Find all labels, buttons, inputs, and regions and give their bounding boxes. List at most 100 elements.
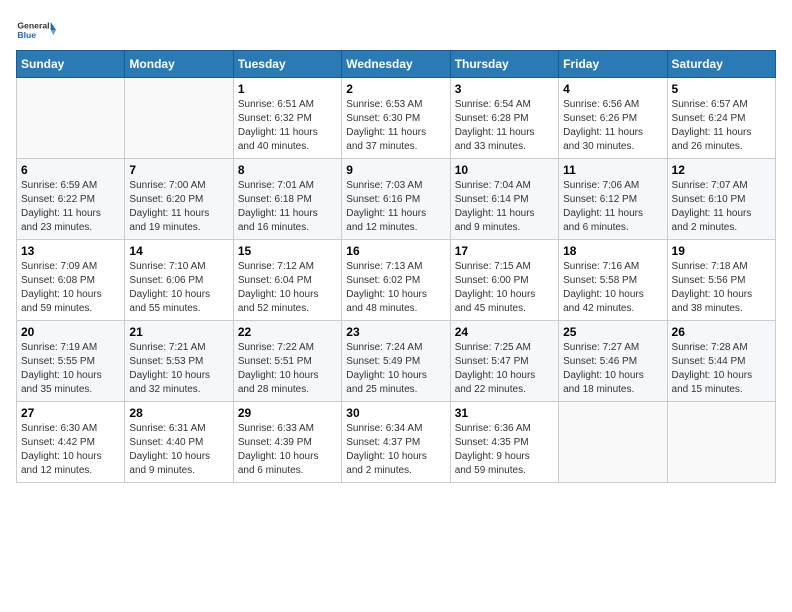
day-number: 25: [563, 325, 662, 339]
calendar-header-row: SundayMondayTuesdayWednesdayThursdayFrid…: [17, 51, 776, 78]
day-number: 11: [563, 163, 662, 177]
day-number: 3: [455, 82, 554, 96]
day-info: Sunrise: 7:06 AM Sunset: 6:12 PM Dayligh…: [563, 179, 662, 235]
general-blue-logo-icon: General Blue: [16, 16, 56, 44]
calendar-cell: 17Sunrise: 7:15 AM Sunset: 6:00 PM Dayli…: [450, 240, 558, 321]
day-number: 9: [346, 163, 445, 177]
day-info: Sunrise: 6:51 AM Sunset: 6:32 PM Dayligh…: [238, 98, 337, 154]
day-number: 27: [21, 406, 120, 420]
day-info: Sunrise: 7:24 AM Sunset: 5:49 PM Dayligh…: [346, 341, 445, 397]
day-number: 22: [238, 325, 337, 339]
calendar-day-header: Friday: [559, 51, 667, 78]
day-info: Sunrise: 6:56 AM Sunset: 6:26 PM Dayligh…: [563, 98, 662, 154]
calendar-cell: 30 Sunrise: 6:34 AM Sunset: 4:37 PM Dayli…: [342, 402, 450, 483]
day-number: 14: [129, 244, 228, 258]
calendar-table: SundayMondayTuesdayWednesdayThursdayFrid…: [16, 50, 776, 483]
day-number: 18: [563, 244, 662, 258]
day-number: 6: [21, 163, 120, 177]
calendar-cell: [17, 78, 125, 159]
day-number: 24: [455, 325, 554, 339]
calendar-cell: 13 Sunrise: 7:09 AM Sunset: 6:08 PM Dayli…: [17, 240, 125, 321]
day-number: 19: [672, 244, 771, 258]
calendar-cell: 26Sunrise: 7:28 AM Sunset: 5:44 PM Dayli…: [667, 321, 775, 402]
day-number: 10: [455, 163, 554, 177]
calendar-cell: 9 Sunrise: 7:03 AM Sunset: 6:16 PM Daylig…: [342, 159, 450, 240]
day-info: Sunrise: 6:53 AM Sunset: 6:30 PM Dayligh…: [346, 98, 445, 154]
calendar-cell: 6 Sunrise: 6:59 AM Sunset: 6:22 PM Daylig…: [17, 159, 125, 240]
day-number: 21: [129, 325, 228, 339]
day-info: Sunrise: 7:04 AM Sunset: 6:14 PM Dayligh…: [455, 179, 554, 235]
day-info: Sunrise: 6:57 AM Sunset: 6:24 PM Dayligh…: [672, 98, 771, 154]
calendar-week-row: 13 Sunrise: 7:09 AM Sunset: 6:08 PM Dayli…: [17, 240, 776, 321]
calendar-cell: 2 Sunrise: 6:53 AM Sunset: 6:30 PM Daylig…: [342, 78, 450, 159]
calendar-cell: 27 Sunrise: 6:30 AM Sunset: 4:42 PM Dayli…: [17, 402, 125, 483]
day-info: Sunrise: 7:03 AM Sunset: 6:16 PM Dayligh…: [346, 179, 445, 235]
calendar-cell: 15Sunrise: 7:12 AM Sunset: 6:04 PM Dayli…: [233, 240, 341, 321]
day-info: Sunrise: 7:09 AM Sunset: 6:08 PM Dayligh…: [21, 260, 120, 316]
day-info: Sunrise: 7:19 AM Sunset: 5:55 PM Dayligh…: [21, 341, 120, 397]
day-number: 20: [21, 325, 120, 339]
calendar-cell: [125, 78, 233, 159]
calendar-cell: 7Sunrise: 7:00 AM Sunset: 6:20 PM Daylig…: [125, 159, 233, 240]
day-info: Sunrise: 7:10 AM Sunset: 6:06 PM Dayligh…: [129, 260, 228, 316]
day-number: 8: [238, 163, 337, 177]
day-info: Sunrise: 7:22 AM Sunset: 5:51 PM Dayligh…: [238, 341, 337, 397]
calendar-day-header: Sunday: [17, 51, 125, 78]
day-info: Sunrise: 6:31 AM Sunset: 4:40 PM Dayligh…: [129, 422, 228, 478]
calendar-cell: 28Sunrise: 6:31 AM Sunset: 4:40 PM Dayli…: [125, 402, 233, 483]
calendar-cell: [559, 402, 667, 483]
calendar-week-row: 27 Sunrise: 6:30 AM Sunset: 4:42 PM Dayli…: [17, 402, 776, 483]
calendar-cell: 19 Sunrise: 7:18 AM Sunset: 5:56 PM Dayli…: [667, 240, 775, 321]
day-number: 2: [346, 82, 445, 96]
calendar-day-header: Tuesday: [233, 51, 341, 78]
calendar-cell: 22 Sunrise: 7:22 AM Sunset: 5:51 PM Dayli…: [233, 321, 341, 402]
logo-area: General Blue: [16, 16, 56, 46]
day-number: 29: [238, 406, 337, 420]
day-number: 30: [346, 406, 445, 420]
day-info: Sunrise: 7:13 AM Sunset: 6:02 PM Dayligh…: [346, 260, 445, 316]
calendar-day-header: Saturday: [667, 51, 775, 78]
calendar-day-header: Monday: [125, 51, 233, 78]
calendar-cell: 29Sunrise: 6:33 AM Sunset: 4:39 PM Dayli…: [233, 402, 341, 483]
calendar-day-header: Thursday: [450, 51, 558, 78]
day-info: Sunrise: 7:27 AM Sunset: 5:46 PM Dayligh…: [563, 341, 662, 397]
day-number: 5: [672, 82, 771, 96]
calendar-cell: 18 Sunrise: 7:16 AM Sunset: 5:58 PM Dayli…: [559, 240, 667, 321]
calendar-cell: 1 Sunrise: 6:51 AM Sunset: 6:32 PM Daylig…: [233, 78, 341, 159]
calendar-week-row: 20 Sunrise: 7:19 AM Sunset: 5:55 PM Dayli…: [17, 321, 776, 402]
day-number: 1: [238, 82, 337, 96]
day-info: Sunrise: 7:16 AM Sunset: 5:58 PM Dayligh…: [563, 260, 662, 316]
day-info: Sunrise: 6:30 AM Sunset: 4:42 PM Dayligh…: [21, 422, 120, 478]
day-number: 7: [129, 163, 228, 177]
calendar-week-row: 6 Sunrise: 6:59 AM Sunset: 6:22 PM Daylig…: [17, 159, 776, 240]
day-info: Sunrise: 7:12 AM Sunset: 6:04 PM Dayligh…: [238, 260, 337, 316]
calendar-week-row: 1 Sunrise: 6:51 AM Sunset: 6:32 PM Daylig…: [17, 78, 776, 159]
calendar-cell: 14 Sunrise: 7:10 AM Sunset: 6:06 PM Dayli…: [125, 240, 233, 321]
svg-text:General: General: [17, 21, 49, 31]
calendar-cell: 20 Sunrise: 7:19 AM Sunset: 5:55 PM Dayli…: [17, 321, 125, 402]
calendar-cell: 21Sunrise: 7:21 AM Sunset: 5:53 PM Dayli…: [125, 321, 233, 402]
day-number: 13: [21, 244, 120, 258]
calendar-cell: 23 Sunrise: 7:24 AM Sunset: 5:49 PM Dayli…: [342, 321, 450, 402]
page-container: General Blue SundayMondayTuesdayWednesda…: [16, 16, 776, 483]
day-info: Sunrise: 7:01 AM Sunset: 6:18 PM Dayligh…: [238, 179, 337, 235]
calendar-cell: 8 Sunrise: 7:01 AM Sunset: 6:18 PM Daylig…: [233, 159, 341, 240]
calendar-cell: 31 Sunrise: 6:36 AM Sunset: 4:35 PM Dayli…: [450, 402, 558, 483]
day-info: Sunrise: 6:36 AM Sunset: 4:35 PM Dayligh…: [455, 422, 554, 478]
calendar-cell: 3Sunrise: 6:54 AM Sunset: 6:28 PM Daylig…: [450, 78, 558, 159]
calendar-cell: 16 Sunrise: 7:13 AM Sunset: 6:02 PM Dayli…: [342, 240, 450, 321]
day-info: Sunrise: 6:34 AM Sunset: 4:37 PM Dayligh…: [346, 422, 445, 478]
day-number: 23: [346, 325, 445, 339]
day-info: Sunrise: 7:28 AM Sunset: 5:44 PM Dayligh…: [672, 341, 771, 397]
day-number: 31: [455, 406, 554, 420]
day-number: 16: [346, 244, 445, 258]
day-number: 4: [563, 82, 662, 96]
calendar-cell: 25 Sunrise: 7:27 AM Sunset: 5:46 PM Dayli…: [559, 321, 667, 402]
calendar-cell: 11 Sunrise: 7:06 AM Sunset: 6:12 PM Dayli…: [559, 159, 667, 240]
day-info: Sunrise: 6:59 AM Sunset: 6:22 PM Dayligh…: [21, 179, 120, 235]
header: General Blue: [16, 16, 776, 46]
day-info: Sunrise: 7:18 AM Sunset: 5:56 PM Dayligh…: [672, 260, 771, 316]
calendar-cell: 4 Sunrise: 6:56 AM Sunset: 6:26 PM Daylig…: [559, 78, 667, 159]
calendar-cell: 10 Sunrise: 7:04 AM Sunset: 6:14 PM Dayli…: [450, 159, 558, 240]
calendar-cell: 12Sunrise: 7:07 AM Sunset: 6:10 PM Dayli…: [667, 159, 775, 240]
